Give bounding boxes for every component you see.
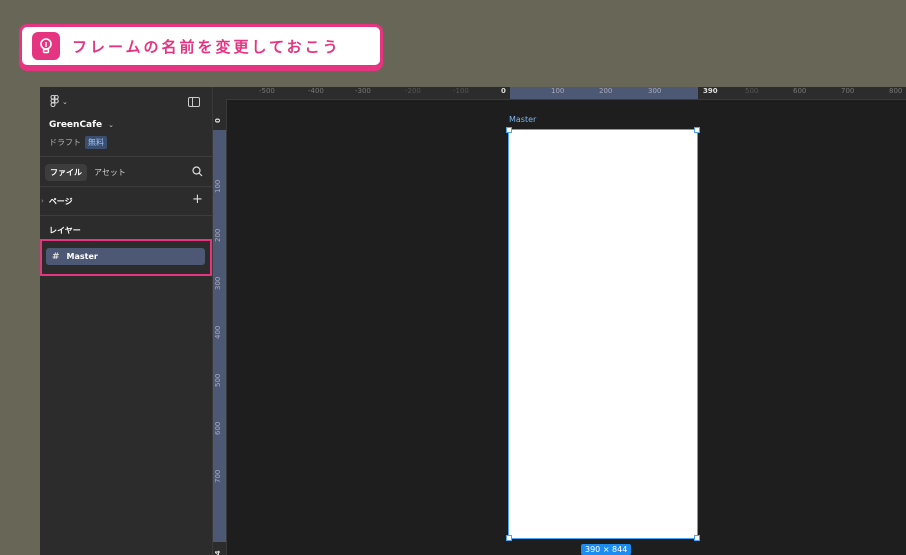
sidebar-tabs: ファイル アセット bbox=[45, 164, 212, 181]
tab-file[interactable]: ファイル bbox=[45, 164, 87, 181]
figma-logo-icon bbox=[50, 94, 59, 110]
plan-badge: 無料 bbox=[85, 136, 107, 149]
ruler-tick: 600 bbox=[214, 421, 222, 435]
ruler-tick: 300 bbox=[214, 276, 222, 290]
ruler-tick: -400 bbox=[308, 87, 324, 95]
pages-section-header[interactable]: › ページ bbox=[40, 195, 212, 207]
ruler-tick: 700 bbox=[841, 87, 855, 95]
left-sidebar: ⌄ GreenCafe ⌄ ドラフト 無料 ファイル アセット › ページ + … bbox=[40, 87, 213, 555]
ruler-tick: -100 bbox=[453, 87, 469, 95]
ruler-tick: 700 bbox=[214, 469, 222, 483]
ruler-tick: 200 bbox=[214, 228, 222, 242]
draft-info: ドラフト 無料 bbox=[49, 136, 212, 149]
ruler-tick: 300 bbox=[648, 87, 662, 95]
ruler-tick: -500 bbox=[259, 87, 275, 95]
project-name-dropdown[interactable]: GreenCafe ⌄ bbox=[49, 120, 212, 130]
layers-label: レイヤー bbox=[49, 226, 81, 235]
resize-handle-bottom-left[interactable] bbox=[506, 535, 512, 541]
frame-master[interactable] bbox=[508, 129, 698, 539]
ruler-tick: 800 bbox=[889, 87, 903, 95]
left-ruler: 0 100 200 300 400 500 600 700 844 bbox=[213, 99, 227, 555]
ruler-tick: 390 bbox=[703, 87, 718, 95]
ruler-tick: -200 bbox=[405, 87, 421, 95]
frame-size-badge: 390 × 844 bbox=[581, 544, 632, 555]
frame-name-label[interactable]: Master bbox=[509, 115, 536, 124]
tip-banner: フレームの名前を変更しておこう bbox=[19, 24, 383, 68]
add-page-icon[interactable]: + bbox=[192, 192, 203, 207]
tip-text: フレームの名前を変更しておこう bbox=[72, 37, 341, 56]
divider bbox=[40, 186, 212, 187]
search-icon[interactable] bbox=[192, 166, 203, 180]
chevron-down-icon: ⌄ bbox=[62, 98, 68, 106]
ruler-tick: 0 bbox=[501, 87, 506, 95]
project-name: GreenCafe bbox=[49, 120, 103, 130]
chevron-down-icon: ⌄ bbox=[108, 121, 115, 129]
ruler-tick: -300 bbox=[355, 87, 371, 95]
figma-window: ⌄ GreenCafe ⌄ ドラフト 無料 ファイル アセット › ページ + … bbox=[40, 87, 906, 555]
ruler-tick: 500 bbox=[214, 373, 222, 387]
draft-label: ドラフト bbox=[49, 138, 81, 147]
ruler-tick: 844 bbox=[214, 550, 222, 555]
divider bbox=[40, 156, 212, 157]
ruler-tick: 100 bbox=[551, 87, 565, 95]
tab-assets[interactable]: アセット bbox=[89, 164, 131, 181]
ruler-tick: 600 bbox=[793, 87, 807, 95]
sidebar-toggle-icon[interactable] bbox=[188, 97, 200, 107]
chevron-right-icon: › bbox=[41, 197, 44, 205]
ruler-tick: 500 bbox=[745, 87, 759, 95]
ruler-tick: 200 bbox=[599, 87, 613, 95]
pages-label: ページ bbox=[48, 196, 73, 206]
top-ruler: -500 -400 -300 -200 -100 0 100 200 300 3… bbox=[213, 87, 906, 100]
divider bbox=[40, 215, 212, 216]
lightbulb-icon bbox=[32, 32, 60, 60]
ruler-tick: 0 bbox=[214, 118, 222, 123]
resize-handle-bottom-right[interactable] bbox=[694, 535, 700, 541]
resize-handle-top-right[interactable] bbox=[694, 127, 700, 133]
highlight-annotation bbox=[40, 239, 212, 276]
ruler-tick: 100 bbox=[214, 179, 222, 193]
resize-handle-top-left[interactable] bbox=[506, 127, 512, 133]
layers-section-header: レイヤー bbox=[49, 225, 212, 236]
main-menu-button[interactable]: ⌄ bbox=[50, 94, 90, 110]
ruler-tick: 400 bbox=[214, 325, 222, 339]
